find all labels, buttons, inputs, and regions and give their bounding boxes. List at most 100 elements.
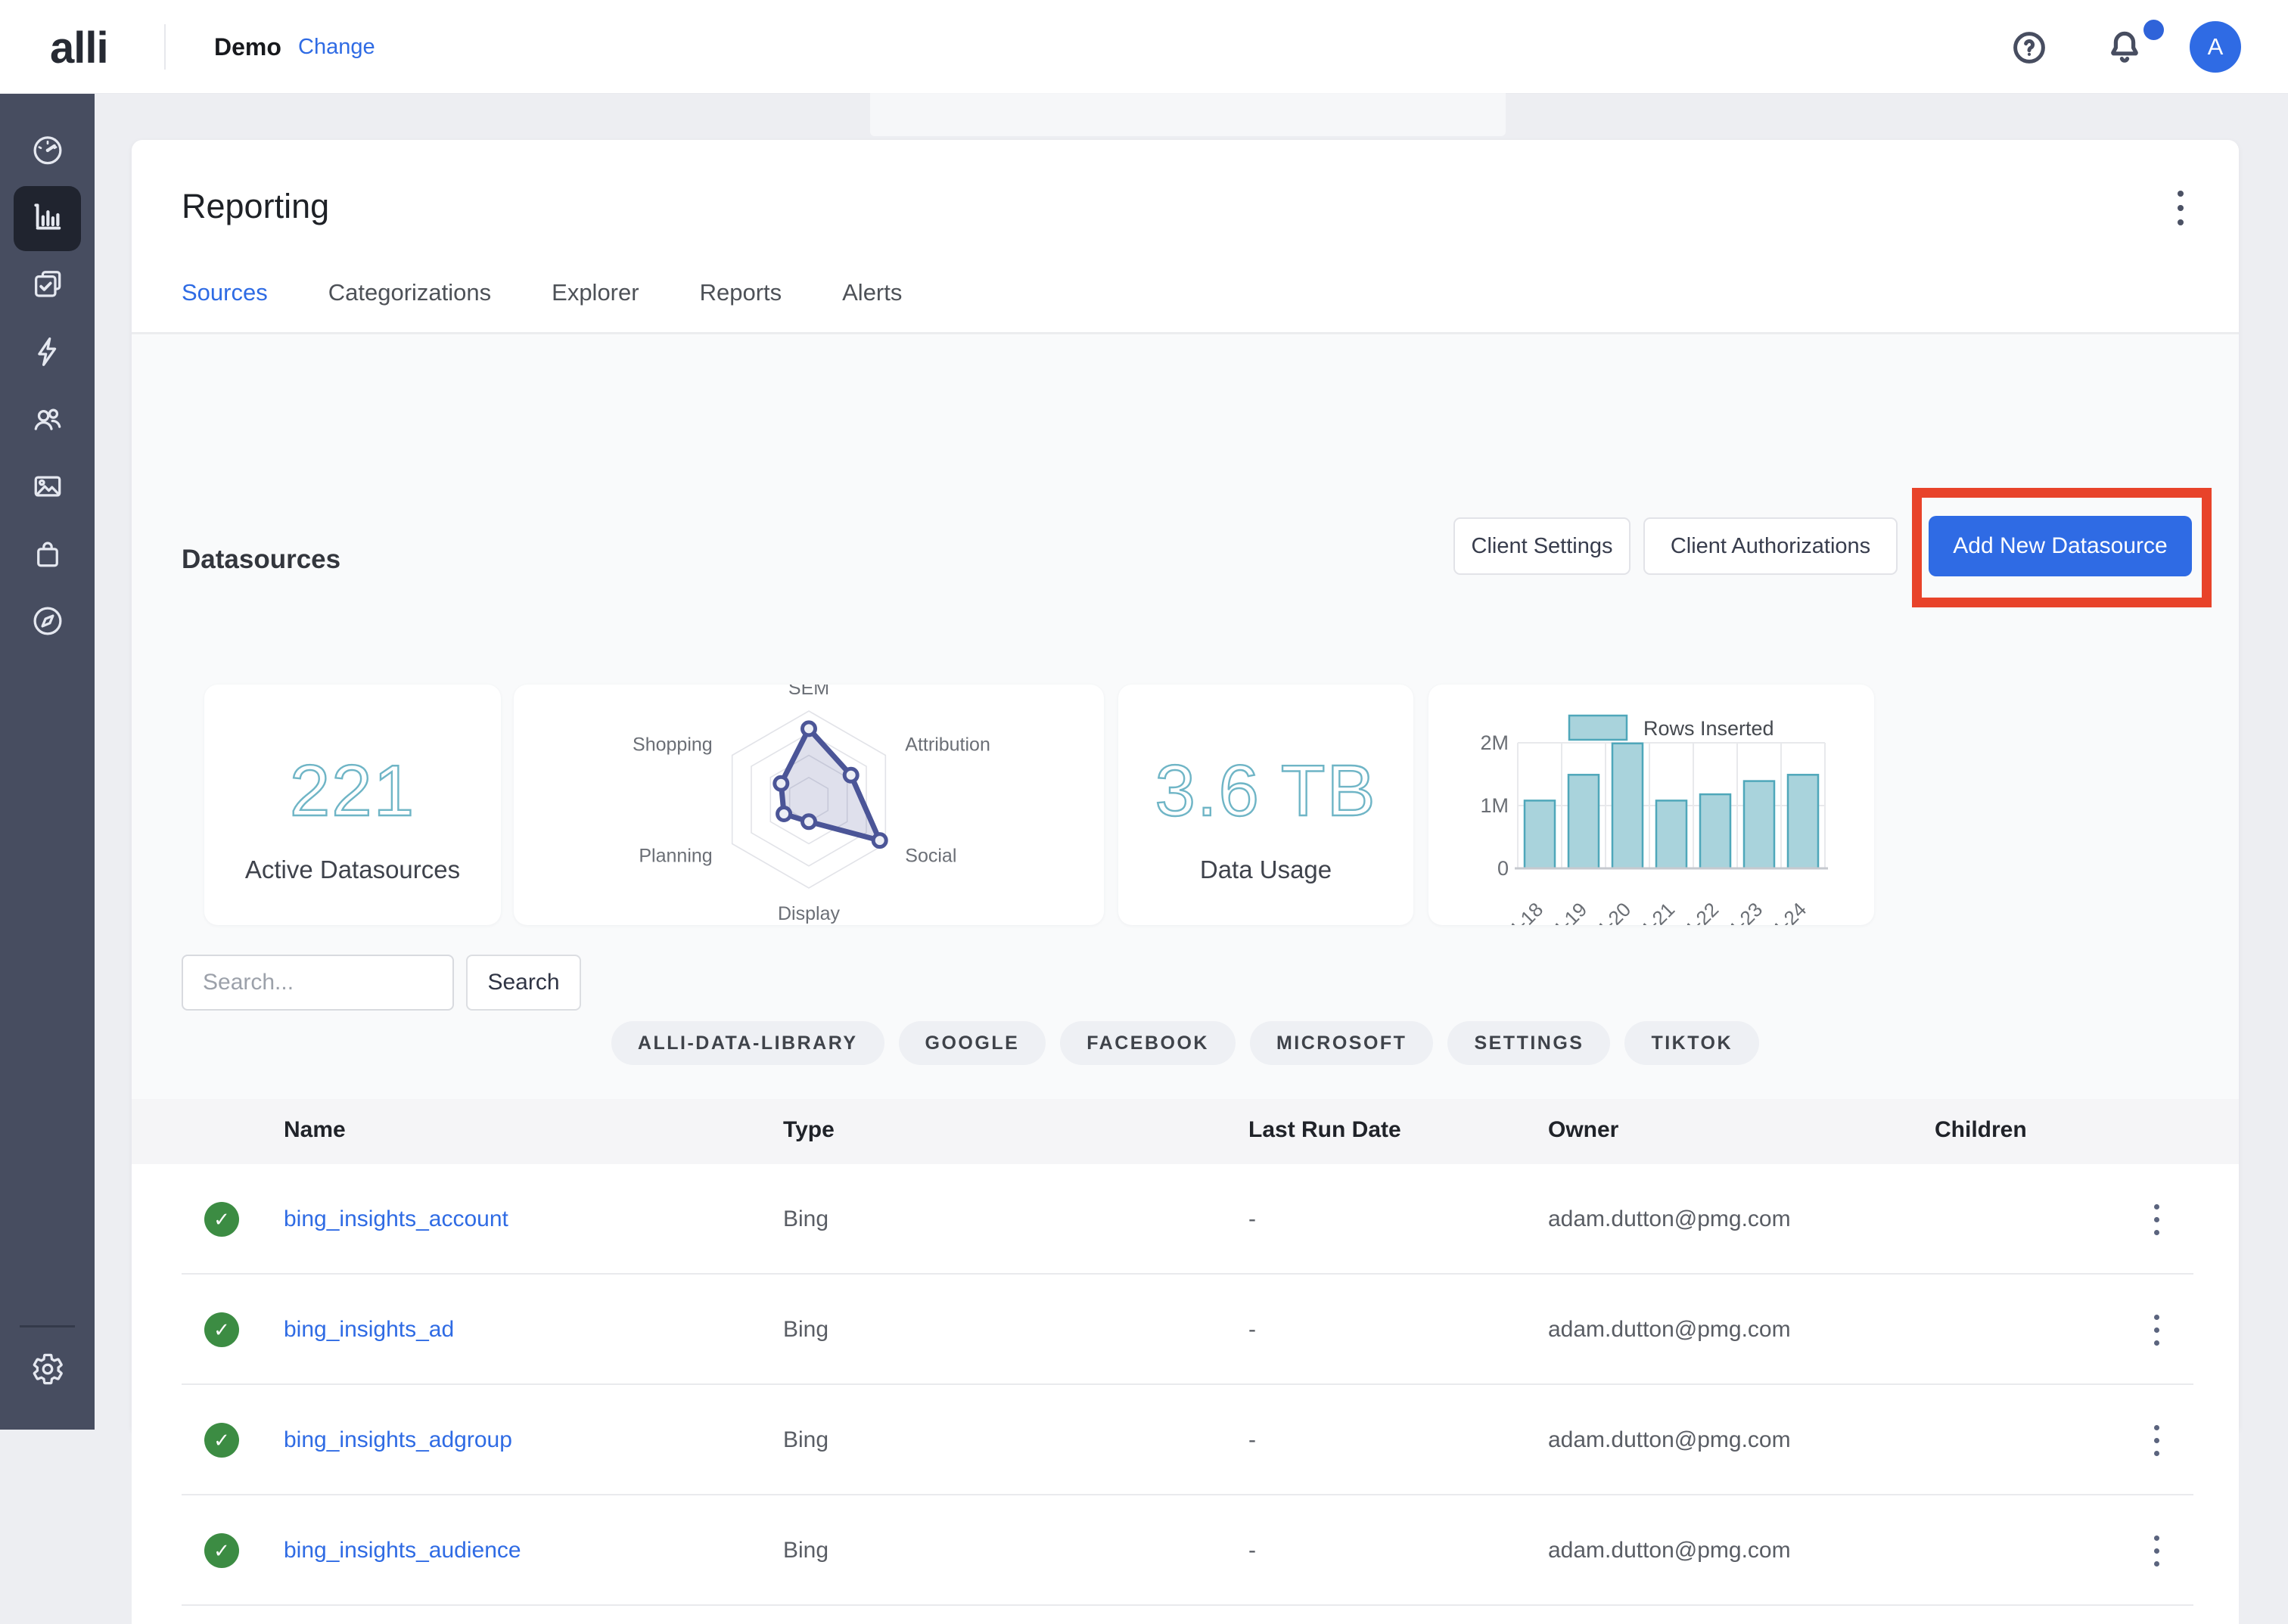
app-root: alli Demo Change A Reporting SourcesCate… <box>0 0 2288 1430</box>
people-icon <box>30 402 65 440</box>
sidebar-divider <box>20 1325 75 1327</box>
x-tick-label: 04-24 <box>1759 898 1811 925</box>
row-kebab-menu-icon[interactable] <box>2141 1195 2171 1244</box>
client-authorizations-button[interactable]: Client Authorizations <box>1643 517 1898 575</box>
data-usage-value: 3.6 TB <box>1118 750 1413 833</box>
x-tick-label: 04-22 <box>1671 898 1723 925</box>
sources-section: Datasources Client Settings Client Autho… <box>132 334 2239 1430</box>
tab-bar: Sources Categorizations Explorer Reports Ale… <box>182 269 902 335</box>
compass-icon <box>30 604 65 642</box>
datasource-owner: adam.dutton@pmg.com <box>1548 1164 1791 1275</box>
datasource-name-link[interactable]: bing_insights_audience <box>284 1538 521 1563</box>
table-row: ✓ bing_insights_adgroup Bing - adam.dutt… <box>132 1385 2239 1495</box>
status-success-icon: ✓ <box>204 1423 239 1458</box>
row-kebab-menu-icon[interactable] <box>2141 1416 2171 1464</box>
bar <box>1656 800 1686 868</box>
column-header-owner: Owner <box>1548 1117 1618 1143</box>
client-settings-button[interactable]: Client Settings <box>1453 517 1631 575</box>
tab-sources[interactable]: Sources <box>182 269 268 335</box>
search-input[interactable] <box>182 955 454 1011</box>
notifications-bell-icon[interactable] <box>2106 29 2143 67</box>
rows-inserted-bar-chart: 01M2M04-1804-1904-2004-2104-2204-2304-24… <box>1428 685 1874 925</box>
filter-chip-alli-data-library[interactable]: ALLI-DATA-LIBRARY <box>611 1021 884 1065</box>
sidebar-item-shopping[interactable] <box>0 522 95 588</box>
bar-chart-icon <box>30 200 65 238</box>
x-tick-label: 04-20 <box>1584 898 1635 925</box>
datasource-owner: adam.dutton@pmg.com <box>1548 1275 1791 1385</box>
bar <box>1744 781 1774 868</box>
blurred-artifact-overlay <box>870 63 1506 136</box>
reporting-panel: Reporting Sources Categorizations Explorer… <box>132 140 2239 1430</box>
topbar-divider <box>164 24 166 70</box>
datasource-last-run: - <box>1248 1164 1256 1275</box>
bar <box>1568 775 1599 868</box>
datasource-name-link[interactable]: bing_insights_adgroup <box>284 1427 512 1453</box>
avatar[interactable]: A <box>2190 21 2241 73</box>
radar-data-point <box>803 815 816 828</box>
data-usage-label: Data Usage <box>1118 855 1413 884</box>
x-tick-label: 04-19 <box>1540 898 1591 925</box>
bar <box>1700 794 1730 868</box>
tab-explorer[interactable]: Explorer <box>552 269 639 335</box>
table-row: ✓ bing_insights_ad Bing - adam.dutton@pm… <box>132 1275 2239 1385</box>
bar <box>1525 800 1555 868</box>
page-title: Reporting <box>182 187 329 226</box>
filter-chip-microsoft[interactable]: MICROSOFT <box>1250 1021 1434 1065</box>
datasource-type: Bing <box>783 1495 828 1606</box>
alli-logo: alli <box>50 23 108 73</box>
filter-chip-google[interactable]: GOOGLE <box>899 1021 1046 1065</box>
help-icon[interactable] <box>2012 30 2047 65</box>
radar-chart-card: SEMAttributionSocialDisplayPlanningShopp… <box>514 685 1104 925</box>
datasource-name-link[interactable]: bing_insights_ad <box>284 1317 454 1343</box>
status-success-icon: ✓ <box>204 1202 239 1237</box>
datasource-name-link[interactable]: bing_insights_account <box>284 1206 508 1232</box>
radar-data-point <box>844 769 857 781</box>
sidebar-item-explore[interactable] <box>0 589 95 656</box>
status-success-icon: ✓ <box>204 1533 239 1568</box>
gear-icon <box>30 1352 65 1390</box>
active-datasources-count: 221 <box>204 750 501 833</box>
column-header-type: Type <box>783 1117 835 1143</box>
tab-alerts[interactable]: Alerts <box>842 269 902 335</box>
change-client-link[interactable]: Change <box>298 35 375 60</box>
column-header-name: Name <box>284 1117 346 1143</box>
datasource-last-run: - <box>1248 1275 1256 1385</box>
y-tick-label: 0 <box>1497 857 1509 880</box>
gauge-icon <box>30 132 65 171</box>
datasource-type: Bing <box>783 1385 828 1495</box>
sidebar-item-creative[interactable] <box>0 455 95 521</box>
radar-axis-label: Planning <box>639 846 712 867</box>
bar <box>1788 775 1818 868</box>
sidebar-item-tasks[interactable] <box>0 253 95 319</box>
rows-inserted-card: 01M2M04-1804-1904-2004-2104-2204-2304-24… <box>1428 685 1874 925</box>
column-header-children: Children <box>1935 1117 2027 1143</box>
search-button[interactable]: Search <box>466 955 581 1011</box>
filter-chip-facebook[interactable]: FACEBOOK <box>1060 1021 1236 1065</box>
sidebar-item-settings[interactable] <box>0 1337 95 1404</box>
radar-axis-label: Social <box>905 846 956 867</box>
row-kebab-menu-icon[interactable] <box>2141 1526 2171 1575</box>
datasource-type: Bing <box>783 1275 828 1385</box>
bar <box>1612 744 1643 868</box>
channel-radar-chart: SEMAttributionSocialDisplayPlanningShopp… <box>514 685 1104 925</box>
tab-reports[interactable]: Reports <box>700 269 782 335</box>
radar-axis-label: Shopping <box>633 734 713 756</box>
sidebar-item-audiences[interactable] <box>0 387 95 454</box>
legend-swatch <box>1569 716 1627 740</box>
sidebar-item-reporting[interactable] <box>0 185 95 252</box>
image-icon <box>30 469 65 508</box>
panel-kebab-menu-icon[interactable] <box>2165 184 2196 232</box>
table-body: ✓ bing_insights_account Bing - adam.dutt… <box>132 1164 2239 1624</box>
x-tick-label: 04-21 <box>1627 898 1679 925</box>
filter-chip-settings[interactable]: SETTINGS <box>1447 1021 1610 1065</box>
clipboard-check-icon <box>30 267 65 306</box>
datasources-heading: Datasources <box>182 545 340 575</box>
tab-categorizations[interactable]: Categorizations <box>328 269 491 335</box>
row-kebab-menu-icon[interactable] <box>2141 1306 2171 1354</box>
sidebar-item-automation[interactable] <box>0 320 95 387</box>
radar-axis-label: Attribution <box>905 734 990 756</box>
sidebar-item-dashboard[interactable] <box>0 118 95 185</box>
legend-label: Rows Inserted <box>1643 717 1774 740</box>
filter-chip-tiktok[interactable]: TIKTOK <box>1624 1021 1759 1065</box>
add-new-datasource-button[interactable]: Add New Datasource <box>1929 516 2192 576</box>
